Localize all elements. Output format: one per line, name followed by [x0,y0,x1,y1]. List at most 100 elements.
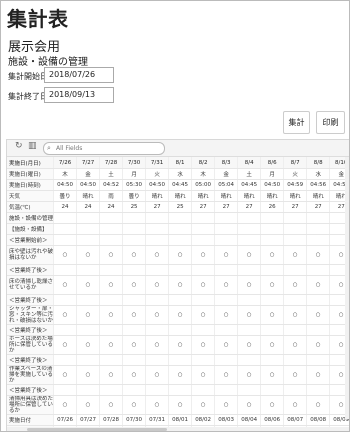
table-cell[interactable]: ○ [53,245,78,265]
table-cell[interactable] [237,223,262,235]
refresh-icon[interactable]: ↻ [15,141,23,151]
table-cell[interactable]: 雨 [99,190,124,202]
table-cell[interactable] [306,264,331,276]
table-cell[interactable] [76,294,101,306]
date-column-header[interactable]: 8/7 [283,157,308,169]
table-cell[interactable]: ○ [306,335,331,355]
table-cell[interactable]: ○ [145,305,170,325]
table-cell[interactable] [122,324,147,336]
table-cell[interactable]: ○ [76,305,101,325]
table-cell[interactable]: ○ [306,305,331,325]
table-cell[interactable]: 04:50 [145,179,170,191]
table-cell[interactable]: ○ [122,275,147,295]
print-button[interactable]: 印刷 [316,111,345,134]
table-cell[interactable]: 金 [76,168,101,180]
date-column-header[interactable]: 7/27 [76,157,101,169]
table-cell[interactable]: ○ [76,275,101,295]
table-cell[interactable]: 25 [168,201,193,213]
table-cell[interactable]: ○ [283,305,308,325]
table-cell[interactable] [168,264,193,276]
table-cell[interactable] [122,294,147,306]
table-cell[interactable] [191,354,216,366]
table-cell[interactable]: 月 [122,168,147,180]
table-cell[interactable] [122,223,147,235]
table-cell[interactable] [122,354,147,366]
table-cell[interactable] [260,384,285,396]
table-cell[interactable]: 27 [191,201,216,213]
table-cell[interactable]: ○ [168,365,193,385]
table-cell[interactable]: 07/31 [145,414,170,426]
table-cell[interactable] [214,384,239,396]
table-cell[interactable]: 金 [214,168,239,180]
table-cell[interactable] [76,384,101,396]
table-cell[interactable]: 火 [283,168,308,180]
table-cell[interactable]: ○ [122,245,147,265]
table-cell[interactable] [145,384,170,396]
date-column-header[interactable]: 8/1 [168,157,193,169]
table-cell[interactable] [237,264,262,276]
table-cell[interactable] [53,264,78,276]
table-cell[interactable]: ○ [76,335,101,355]
table-cell[interactable]: 08/02 [191,414,216,426]
table-cell[interactable] [168,354,193,366]
table-cell[interactable] [76,354,101,366]
date-column-header[interactable]: 7/31 [145,157,170,169]
table-cell[interactable]: 26 [260,201,285,213]
table-cell[interactable]: 晴れ [76,190,101,202]
table-cell[interactable]: ○ [214,275,239,295]
table-cell[interactable] [168,294,193,306]
table-cell[interactable]: 04:52 [99,179,124,191]
table-cell[interactable]: 04:59 [283,179,308,191]
table-cell[interactable] [122,264,147,276]
table-cell[interactable]: 04:50 [76,179,101,191]
table-cell[interactable]: 05:00 [191,179,216,191]
table-cell[interactable] [99,324,124,336]
table-cell[interactable]: ○ [306,275,331,295]
table-cell[interactable]: ○ [99,245,124,265]
table-cell[interactable]: 木 [53,168,78,180]
table-cell[interactable]: 水 [168,168,193,180]
table-cell[interactable] [53,234,78,246]
table-cell[interactable]: 07/27 [76,414,101,426]
date-column-header[interactable]: 7/28 [99,157,124,169]
table-cell[interactable] [306,212,331,224]
table-cell[interactable]: ○ [168,335,193,355]
table-cell[interactable]: ○ [53,365,78,385]
table-cell[interactable] [283,212,308,224]
table-cell[interactable]: ○ [283,365,308,385]
table-cell[interactable]: 月 [260,168,285,180]
start-date-input[interactable]: 2018/07/26 [44,67,114,83]
table-cell[interactable]: ○ [283,335,308,355]
table-cell[interactable]: 土 [99,168,124,180]
table-cell[interactable]: ○ [283,245,308,265]
table-cell[interactable] [260,234,285,246]
table-cell[interactable] [53,384,78,396]
table-cell[interactable]: 24 [53,201,78,213]
table-cell[interactable] [53,294,78,306]
table-cell[interactable]: ○ [145,275,170,295]
table-cell[interactable] [53,324,78,336]
table-cell[interactable]: ○ [237,335,262,355]
table-cell[interactable]: ○ [53,395,78,415]
table-cell[interactable]: ○ [260,365,285,385]
table-cell[interactable] [99,384,124,396]
table-cell[interactable]: 04:45 [168,179,193,191]
table-cell[interactable] [168,223,193,235]
table-cell[interactable] [145,223,170,235]
table-cell[interactable]: ○ [122,305,147,325]
table-cell[interactable]: ○ [191,275,216,295]
table-cell[interactable]: 08/03 [214,414,239,426]
table-cell[interactable]: ○ [260,395,285,415]
table-cell[interactable] [76,264,101,276]
table-cell[interactable]: 04:56 [306,179,331,191]
table-cell[interactable] [260,212,285,224]
table-cell[interactable]: ○ [53,305,78,325]
table-cell[interactable] [260,294,285,306]
table-cell[interactable]: ○ [237,395,262,415]
table-cell[interactable] [99,294,124,306]
table-cell[interactable]: ○ [122,365,147,385]
table-cell[interactable] [283,354,308,366]
table-cell[interactable]: 07/26 [53,414,78,426]
table-cell[interactable]: ○ [53,335,78,355]
table-cell[interactable] [99,223,124,235]
